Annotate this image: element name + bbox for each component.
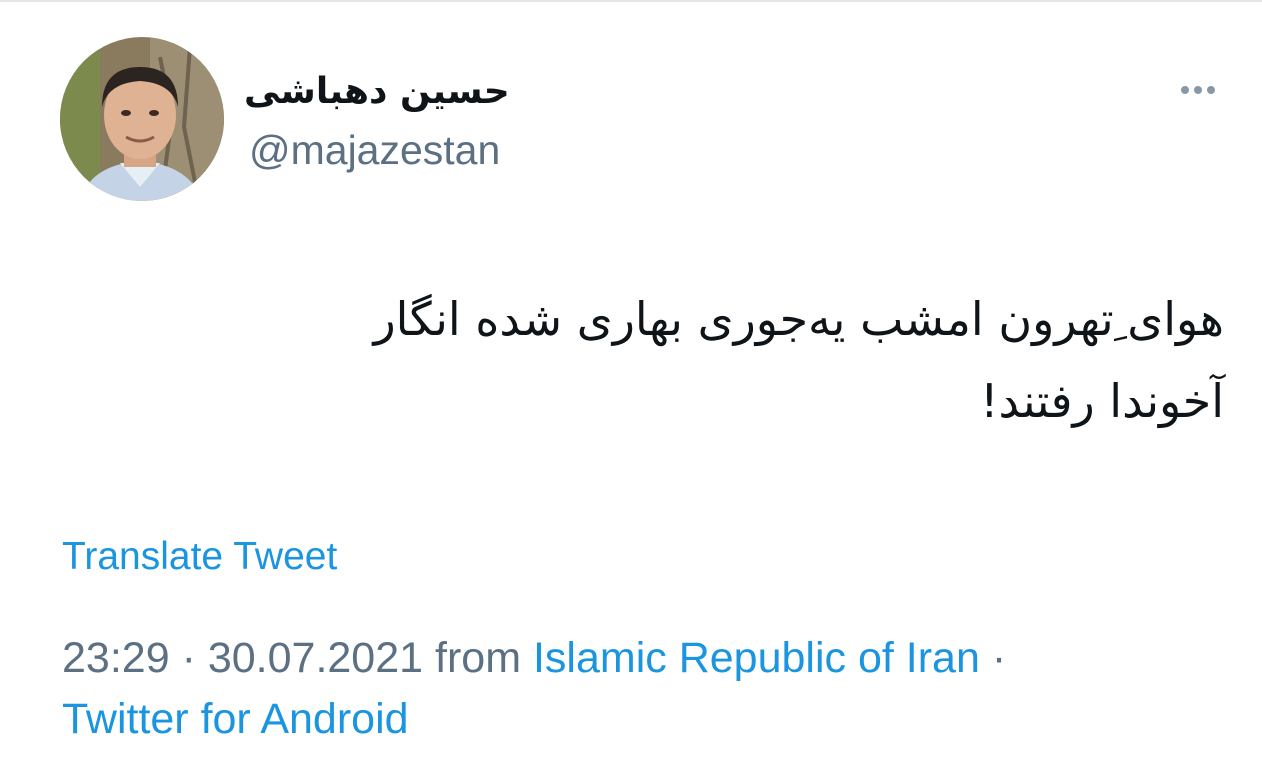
- location-link[interactable]: Islamic Republic of Iran: [533, 634, 980, 682]
- meta-separator: ·: [991, 634, 1007, 682]
- more-options-button[interactable]: [1170, 72, 1226, 108]
- source-link[interactable]: Twitter for Android: [62, 695, 409, 743]
- top-divider: [0, 0, 1262, 2]
- from-label: from: [435, 634, 522, 682]
- tweet-time[interactable]: 23:29: [62, 634, 170, 682]
- translate-tweet-link[interactable]: Translate Tweet: [62, 532, 337, 582]
- author-handle[interactable]: @majazestan: [249, 124, 500, 176]
- meta-separator: ·: [181, 634, 196, 682]
- avatar[interactable]: [60, 37, 224, 201]
- more-horizontal-icon-dot: [1207, 86, 1215, 94]
- more-horizontal-icon: [1181, 86, 1189, 94]
- tweet-meta: 23:29 · 30.07.2021 from Islamic Republic…: [62, 631, 1006, 685]
- tweet-text: هوای ِتهرون امشب یه‌جوری بهاری شده انگار…: [373, 292, 1224, 428]
- tweet-source: Twitter for Android: [62, 692, 409, 746]
- more-horizontal-icon-dot: [1194, 86, 1202, 94]
- tweet-date[interactable]: 30.07.2021: [208, 634, 423, 682]
- author-display-name[interactable]: حسین دهباشی: [244, 62, 644, 122]
